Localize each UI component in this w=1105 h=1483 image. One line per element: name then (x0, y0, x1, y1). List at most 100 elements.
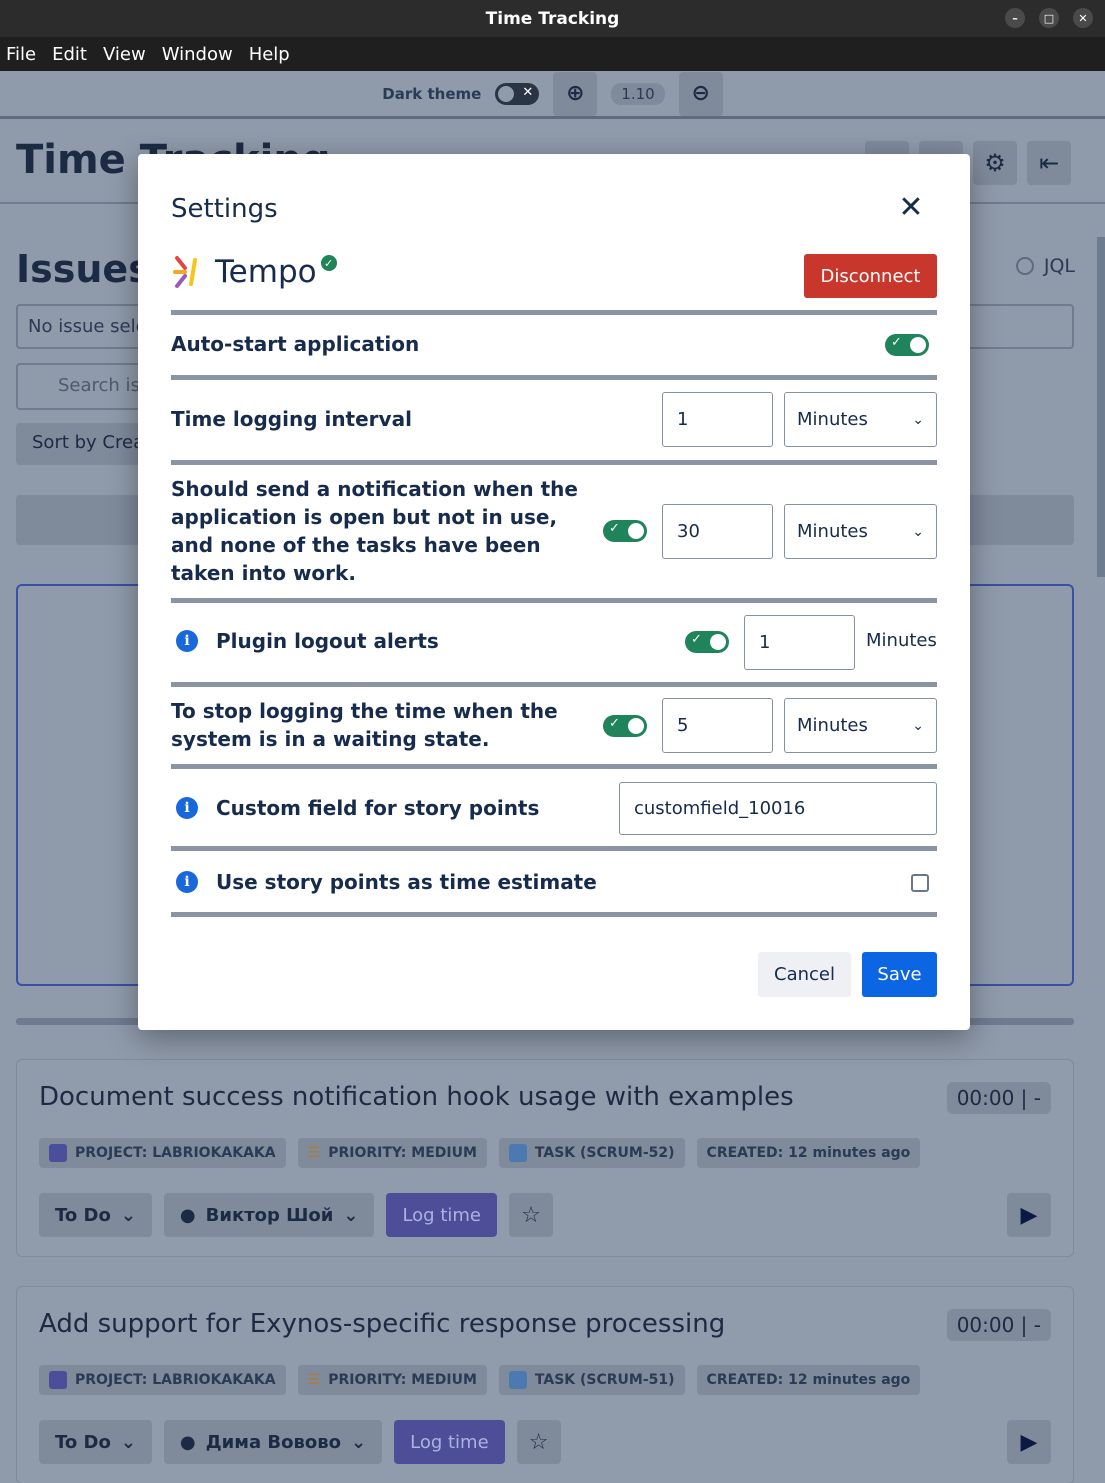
star-icon[interactable]: ☆ (516, 1420, 561, 1464)
story-field-input[interactable]: customfield_10016 (619, 782, 937, 835)
plugin-name: Tempo (215, 254, 317, 290)
story-estimate-label: Use story points as time estimate (216, 870, 597, 894)
filter-options: JQL (1015, 255, 1075, 277)
page-scrollbar[interactable] (1097, 237, 1105, 577)
story-estimate-checkbox[interactable] (911, 874, 929, 892)
project-tag: PROJECT: LABRIOKAKAKA (39, 1365, 286, 1395)
assignee-dropdown[interactable]: ● Виктор Шой ⌄ (163, 1193, 375, 1237)
close-window-icon[interactable]: ✕ (1073, 8, 1093, 28)
interval-label: Time logging interval (171, 407, 412, 431)
status-label: To Do (55, 1204, 111, 1226)
waiting-stop-input[interactable]: 5 (662, 698, 773, 753)
issue-time: 00:00 | - (946, 1082, 1051, 1114)
row-divider (171, 460, 937, 465)
tag-label: CREATED: 12 minutes ago (706, 1145, 911, 1161)
save-button[interactable]: Save (862, 952, 937, 997)
menu-view[interactable]: View (103, 44, 146, 65)
close-icon[interactable]: ✕ (896, 193, 926, 224)
unit-value: Minutes (797, 409, 868, 430)
status-dropdown[interactable]: To Do ⌄ (39, 1193, 152, 1237)
logout-alerts-input[interactable]: 1 (744, 615, 855, 670)
priority-tag: ☰ PRIORITY: MEDIUM (297, 1365, 487, 1395)
project-icon (49, 1144, 67, 1162)
waiting-stop-label: To stop logging the time when the system… (171, 699, 558, 751)
menu-window[interactable]: Window (162, 44, 233, 65)
issue-title[interactable]: Document success notification hook usage… (39, 1082, 794, 1112)
priority-icon: ☰ (307, 1372, 321, 1388)
avatar-icon: ● (179, 1431, 196, 1453)
logout-alerts-toggle[interactable]: ✓ (685, 631, 729, 653)
interval-unit-select[interactable]: Minutes ⌄ (784, 392, 937, 447)
tempo-header: Tempo ✓ (171, 254, 337, 290)
idle-notification-toggle[interactable]: ✓ (603, 520, 647, 542)
tag-label: TASK (SCRUM-52) (534, 1145, 675, 1161)
tempo-logo-icon (173, 256, 197, 288)
idle-unit-select[interactable]: Minutes ⌄ (784, 504, 937, 559)
log-time-button[interactable]: Log time (386, 1193, 497, 1237)
menu-help[interactable]: Help (249, 44, 290, 65)
idle-notification-label: Should send a notification when the appl… (171, 477, 578, 585)
disconnect-button[interactable]: Disconnect (804, 254, 937, 298)
tag-label: PRIORITY: MEDIUM (328, 1145, 477, 1161)
avatar-icon: ● (179, 1204, 196, 1226)
zoom-out-icon[interactable]: ⊖ (678, 71, 723, 116)
info-icon[interactable]: i (176, 797, 198, 819)
chevron-down-icon: ⌄ (912, 717, 924, 734)
info-icon[interactable]: i (176, 630, 198, 652)
chevron-down-icon: ⌄ (343, 1204, 359, 1226)
row-divider (171, 598, 937, 603)
task-tag: TASK (SCRUM-52) (498, 1138, 685, 1168)
dark-theme-label: Dark theme (382, 84, 482, 103)
row-divider (171, 310, 937, 315)
tag-label: PRIORITY: MEDIUM (328, 1372, 477, 1388)
jql-radio[interactable] (1015, 257, 1034, 275)
issue-time: 00:00 | - (946, 1309, 1051, 1341)
logout-icon[interactable]: ⇤ (1027, 141, 1071, 185)
interval-input[interactable]: 1 (662, 392, 773, 447)
maximize-icon[interactable]: □ (1039, 8, 1059, 28)
menu-edit[interactable]: Edit (52, 44, 87, 65)
issue-title[interactable]: Add support for Exynos-specific response… (39, 1309, 725, 1339)
logout-alerts-label: Plugin logout alerts (216, 629, 439, 653)
assignee-name: Дима Вововo (205, 1431, 342, 1453)
chevron-down-icon: ⌄ (912, 411, 924, 428)
log-time-button[interactable]: Log time (394, 1420, 505, 1464)
project-tag: PROJECT: LABRIOKAKAKA (39, 1138, 286, 1168)
project-icon (49, 1371, 67, 1389)
priority-tag: ☰ PRIORITY: MEDIUM (297, 1138, 487, 1168)
assignee-dropdown[interactable]: ● Дима Вововo ⌄ (163, 1420, 383, 1464)
idle-notification-input[interactable]: 30 (662, 504, 773, 559)
dark-theme-toggle[interactable]: ✕ (495, 82, 540, 105)
waiting-stop-toggle[interactable]: ✓ (603, 715, 647, 737)
play-icon[interactable]: ▶ (1007, 1193, 1051, 1237)
auto-start-toggle[interactable]: ✓ (885, 334, 929, 356)
unit-value: Minutes (797, 715, 868, 736)
unit-value: Minutes (797, 521, 868, 542)
issue-card: Document success notification hook usage… (16, 1059, 1074, 1257)
logout-alerts-unit: Minutes (866, 630, 937, 651)
task-tag: TASK (SCRUM-51) (498, 1365, 685, 1395)
chevron-down-icon: ⌄ (912, 523, 924, 540)
waiting-unit-select[interactable]: Minutes ⌄ (784, 698, 937, 753)
info-icon[interactable]: i (176, 871, 198, 893)
zoom-in-icon[interactable]: ⊕ (553, 71, 598, 116)
row-divider (171, 912, 937, 917)
story-field-label: Custom field for story points (216, 796, 540, 820)
settings-modal: Settings ✕ Tempo ✓ Disconnect Auto-start… (138, 154, 970, 1030)
chevron-down-icon: ⌄ (120, 1204, 136, 1226)
play-icon[interactable]: ▶ (1007, 1420, 1051, 1464)
assignee-name: Виктор Шой (205, 1204, 334, 1226)
created-tag: CREATED: 12 minutes ago (696, 1138, 921, 1168)
tag-label: PROJECT: LABRIOKAKAKA (75, 1145, 276, 1161)
menu-file[interactable]: File (6, 44, 36, 65)
status-dropdown[interactable]: To Do ⌄ (39, 1420, 152, 1464)
chevron-down-icon: ⌄ (120, 1431, 136, 1453)
window-titlebar: Time Tracking – □ ✕ (0, 0, 1105, 37)
gear-icon[interactable]: ⚙ (973, 141, 1017, 185)
cancel-button[interactable]: Cancel (758, 952, 851, 997)
jql-label: JQL (1043, 255, 1075, 277)
task-icon (508, 1371, 527, 1389)
priority-icon: ☰ (307, 1145, 321, 1161)
minimize-icon[interactable]: – (1005, 8, 1025, 28)
star-icon[interactable]: ☆ (509, 1193, 553, 1237)
